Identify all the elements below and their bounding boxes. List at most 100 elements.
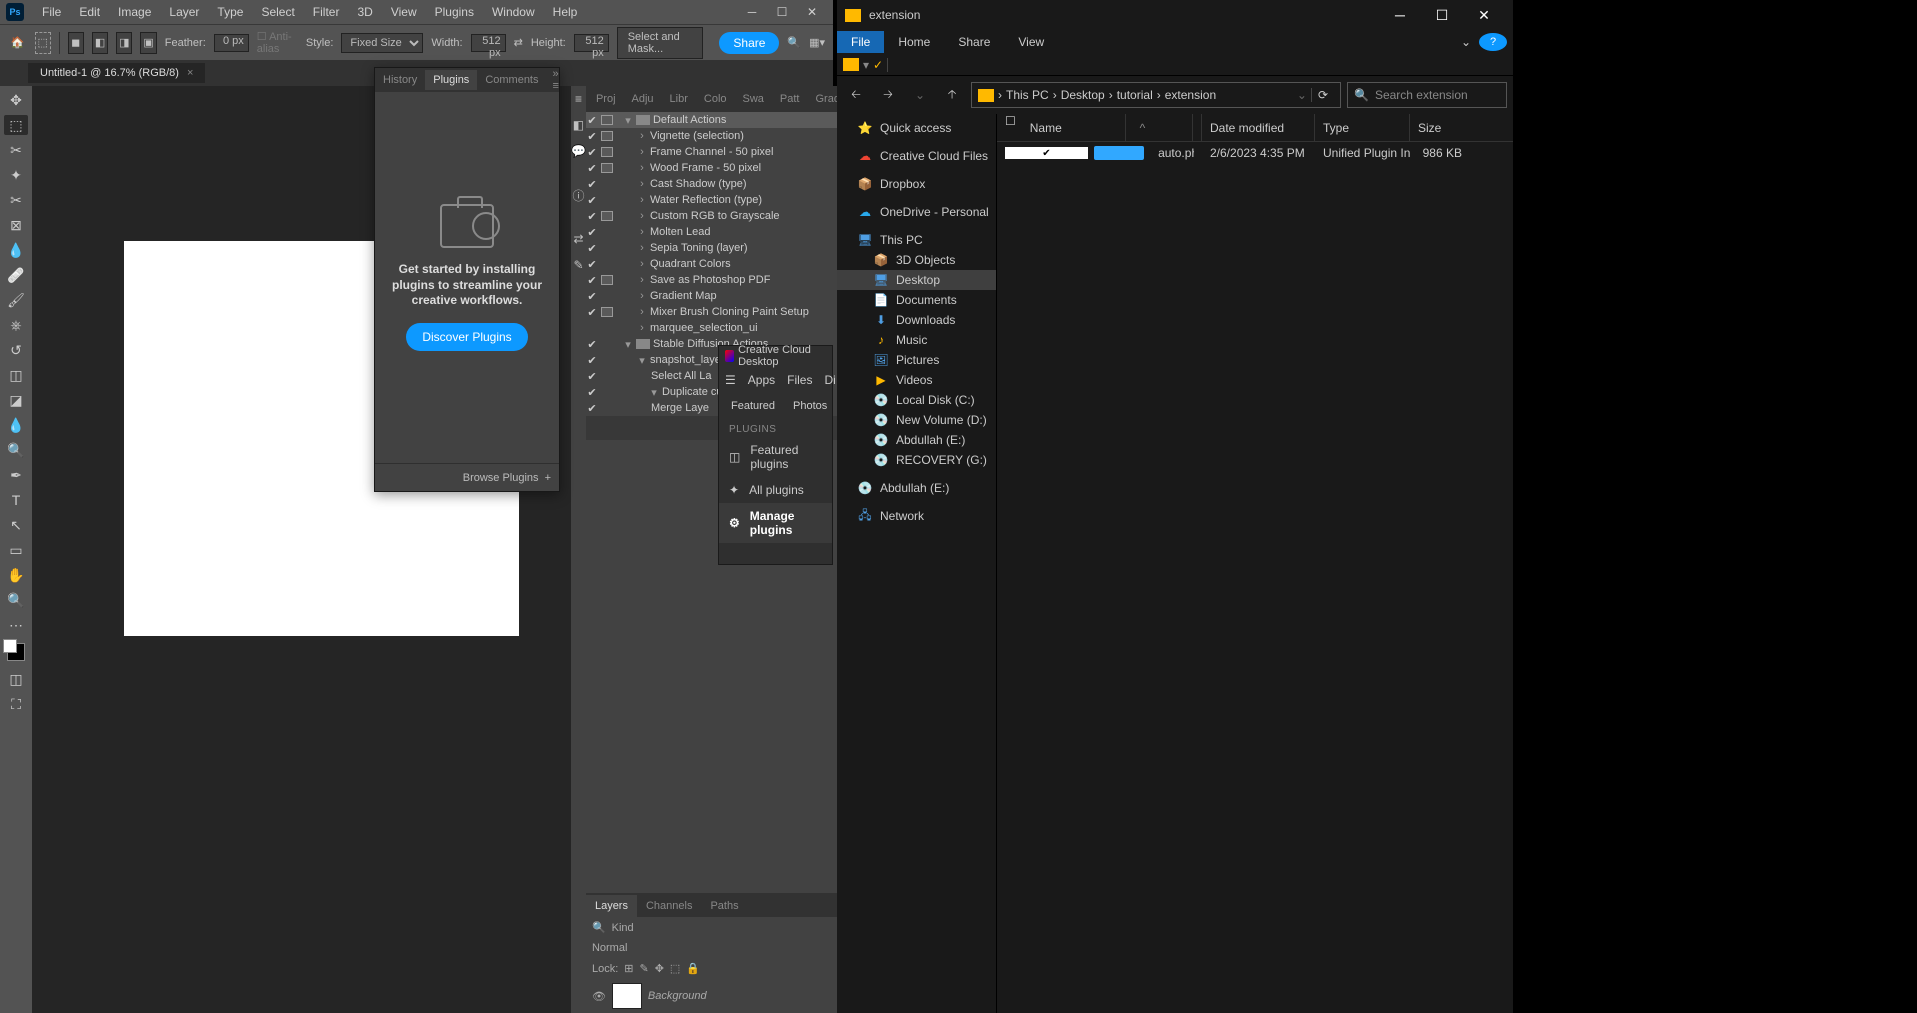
quick-select-tool-icon[interactable]: ✦ [4,165,28,185]
lock-icon[interactable]: ✥ [655,962,664,975]
cc-tab-photoshop[interactable]: Photos [793,400,827,412]
action-item[interactable]: Vignette (selection) [650,130,744,142]
healing-tool-icon[interactable]: 🩹 [4,265,28,285]
tab-patterns[interactable]: Patt [774,89,806,109]
screen-mode-icon[interactable]: ⛶ [4,694,28,714]
nav-item[interactable]: 💿Local Disk (C:) [837,390,996,410]
cc-manage-plugins[interactable]: ⚙Manage plugins [719,503,832,543]
action-step[interactable]: Duplicate cu [662,386,723,398]
tab-plugins[interactable]: Plugins [425,70,477,90]
col-name[interactable]: ☐ Name ^ [997,114,1202,141]
dodge-tool-icon[interactable]: 🔍 [4,440,28,460]
tab-paths[interactable]: Paths [701,895,747,917]
action-step[interactable]: Select All La [651,370,712,382]
menu-window[interactable]: Window [484,2,543,22]
style-select[interactable]: Fixed Size [341,33,423,53]
plus-icon[interactable]: + [545,472,551,484]
nav-item[interactable]: ⬇Downloads [837,310,996,330]
menu-edit[interactable]: Edit [71,2,108,22]
action-item[interactable]: Quadrant Colors [650,258,731,270]
nav-item[interactable]: ♪Music [837,330,996,350]
zoom-tool-icon[interactable]: 🔍 [4,590,28,610]
nav-item[interactable]: ▶Videos [837,370,996,390]
menu-help[interactable]: Help [545,2,586,22]
nav-item[interactable]: 🖥Desktop [837,270,996,290]
action-item[interactable]: Sepia Toning (layer) [650,242,748,254]
history-brush-tool-icon[interactable]: ↺ [4,340,28,360]
nav-item[interactable]: 💿New Volume (D:) [837,410,996,430]
lasso-tool-icon[interactable]: ✂ [4,140,28,160]
menu-view[interactable]: View [383,2,425,22]
menu-plugins[interactable]: Plugins [427,2,482,22]
crumb[interactable]: This PC [1006,88,1049,102]
eyedropper-tool-icon[interactable]: 💧 [4,240,28,260]
nav-item[interactable]: ☁Creative Cloud Files [837,146,996,166]
col-date[interactable]: Date modified [1202,114,1315,141]
nav-item[interactable]: 💿Abdullah (E:) [837,430,996,450]
menu-filter[interactable]: Filter [305,2,348,22]
col-type[interactable]: Type [1315,114,1410,141]
menu-image[interactable]: Image [110,2,159,22]
help-icon[interactable]: ? [1479,33,1507,51]
nav-item[interactable]: 💿Abdullah (E:) [837,478,996,498]
action-item[interactable]: marquee_selection_ui [650,322,758,334]
panel-icon[interactable]: ◧ [571,112,586,138]
quick-mask-icon[interactable]: ◫ [4,669,28,689]
menu-3d[interactable]: 3D [349,2,380,22]
cc-featured-plugins[interactable]: ◫Featured plugins [719,437,832,477]
cc-all-plugins[interactable]: ✦All plugins [719,477,832,503]
tab-libraries[interactable]: Libr [664,89,694,109]
share-button[interactable]: Share [719,32,779,54]
marquee-indicator-icon[interactable]: ⬚ [35,32,51,54]
marquee-tool-icon[interactable]: ⬚ [4,115,28,135]
action-dialog-toggle[interactable] [601,115,613,125]
action-group[interactable]: Default Actions [653,114,726,126]
discover-plugins-button[interactable]: Discover Plugins [406,323,527,351]
action-item[interactable]: Frame Channel - 50 pixel [650,146,774,158]
path-select-tool-icon[interactable]: ↖ [4,515,28,535]
document-tab[interactable]: Untitled-1 @ 16.7% (RGB/8) × [28,63,205,83]
collapse-icon[interactable]: ▾ [623,114,633,127]
file-checkbox[interactable]: ✔ [1005,147,1088,159]
lock-icon[interactable]: ⬚ [670,962,680,975]
workspace-switcher-icon[interactable]: ▦▾ [809,36,825,49]
tab-swatches[interactable]: Swa [737,89,770,109]
panel-icon[interactable]: ⇄ [571,226,586,252]
nav-item[interactable]: ☁OneDrive - Personal [837,202,996,222]
addr-dropdown-icon[interactable]: ⌄ [1297,88,1307,102]
tab-color[interactable]: Colo [698,89,733,109]
nav-forward-button[interactable]: 🡢 [875,82,901,108]
ribbon-expand-icon[interactable]: ⌄ [1453,31,1479,53]
crumb[interactable]: tutorial [1117,88,1153,102]
ribbon-share[interactable]: Share [944,31,1004,53]
action-item[interactable]: snapshot_layer [650,354,725,366]
eraser-tool-icon[interactable]: ◫ [4,365,28,385]
ps-close-button[interactable]: ✕ [797,2,827,22]
search-box[interactable]: 🔍 Search extension [1347,82,1507,108]
lock-icon[interactable]: 🔒 [686,962,700,975]
stamp-tool-icon[interactable]: ⎈ [4,315,28,335]
rectangle-tool-icon[interactable]: ▭ [4,540,28,560]
refresh-icon[interactable]: ⟳ [1311,88,1334,102]
nav-item[interactable]: 🖼Pictures [837,350,996,370]
select-and-mask-button[interactable]: Select and Mask... [617,27,704,59]
tab-history[interactable]: History [375,70,425,90]
height-input[interactable]: 512 px [574,34,609,52]
search-icon[interactable]: 🔍 [787,36,801,49]
pen-tool-icon[interactable]: ✒ [4,465,28,485]
panel-icon[interactable]: ≡ [571,86,586,112]
tab-properties[interactable]: Proj [590,89,622,109]
frame-tool-icon[interactable]: ⊠ [4,215,28,235]
nav-up-button[interactable]: 🡡 [939,82,965,108]
layer-filter-kind[interactable]: Kind [612,922,634,934]
file-row[interactable]: ✔auto.photoshop.sd.plugin_v_1_1_7.ccx 2/… [997,142,1513,164]
lock-icon[interactable]: ✎ [639,962,648,975]
browse-plugins-link[interactable]: Browse Plugins [463,472,539,484]
nav-item[interactable]: 📄Documents [837,290,996,310]
blend-mode-select[interactable]: Normal [592,942,627,954]
nav-item[interactable]: ⭐Quick access [837,118,996,138]
nav-item[interactable]: 📦Dropbox [837,174,996,194]
tab-comments[interactable]: Comments [477,70,546,90]
blur-tool-icon[interactable]: 💧 [4,415,28,435]
width-input[interactable]: 512 px [471,34,506,52]
